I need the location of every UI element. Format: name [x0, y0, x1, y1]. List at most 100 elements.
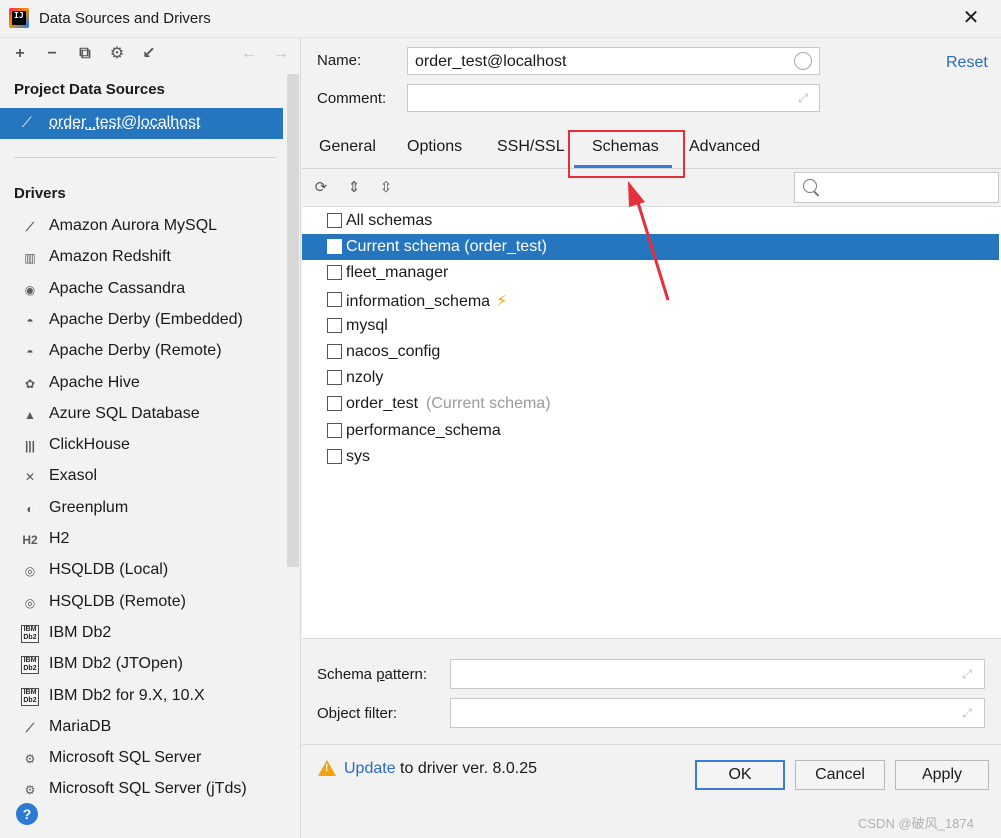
ibm-db2-icon: IBM Db2 [21, 656, 39, 675]
schema-label: mysql [346, 316, 388, 334]
schema-row[interactable]: All schemas [302, 208, 999, 234]
add-icon[interactable]: + [9, 43, 31, 65]
driver-item[interactable]: IBM Db2 IBM Db2 for 9.X, 10.X [0, 682, 286, 711]
schema-label: nzoly [346, 369, 384, 387]
driver-item[interactable]: ◓ Apache Derby (Embedded) [0, 306, 286, 335]
lightning-icon: ⚡ [496, 292, 508, 310]
hsqldb-icon: ◎ [24, 564, 36, 579]
driver-item[interactable]: ▥ Amazon Redshift [0, 243, 286, 272]
update-link[interactable]: Update [344, 760, 396, 777]
driver-label: Apache Derby (Remote) [49, 342, 222, 360]
driver-item[interactable]: ◎ HSQLDB (Local) [0, 556, 286, 585]
driver-label: H2 [49, 530, 70, 547]
schema-checkbox[interactable] [327, 396, 342, 412]
driver-label: HSQLDB (Local) [49, 561, 169, 579]
left-scrollbar[interactable] [287, 74, 299, 567]
driver-item[interactable]: H2 H2 [0, 525, 286, 554]
apply-button[interactable]: Apply [895, 760, 989, 790]
schema-row[interactable]: Current schema (order_test) [302, 234, 999, 261]
schema-label: Current schema (order_test) [346, 238, 547, 256]
schema-row[interactable]: fleet_manager [302, 260, 999, 286]
collapse-all-icon[interactable]: ⇳ [376, 178, 396, 198]
cancel-button[interactable]: Cancel [795, 760, 885, 790]
expand-icon[interactable]: ⤢ [960, 706, 974, 720]
tab-general[interactable]: General [319, 138, 376, 156]
reset-link[interactable]: Reset [946, 54, 988, 72]
data-source-item[interactable]: ⟋ order_test@localhost [0, 108, 283, 139]
driver-item[interactable]: ⟋ MariaDB [0, 713, 286, 742]
driver-item[interactable]: IBM Db2 IBM Db2 [0, 619, 286, 648]
project-data-sources-heading: Project Data Sources [14, 81, 165, 98]
tab-options[interactable]: Options [407, 138, 462, 156]
right-panel: Name: order_test@localhost Reset Comment… [302, 38, 1001, 838]
remove-icon[interactable]: − [41, 43, 63, 65]
schema-row[interactable]: sys [302, 444, 999, 470]
schema-row[interactable]: mysql [302, 313, 999, 339]
back-arrow-icon[interactable]: ← [238, 43, 260, 65]
driver-item[interactable]: ⚙ Microsoft SQL Server [0, 744, 286, 773]
driver-item[interactable]: ⟋ Amazon Aurora MySQL [0, 212, 286, 241]
schema-checkbox[interactable] [327, 370, 342, 386]
schema-checkbox[interactable] [327, 448, 342, 464]
wrench-icon[interactable]: ⚙ [106, 43, 128, 65]
refresh-icon[interactable]: ⟳ [311, 178, 331, 198]
section-divider [14, 157, 276, 158]
driver-label: Greenplum [49, 498, 129, 516]
schema-checkbox[interactable] [327, 291, 342, 307]
name-value: order_test@localhost [415, 53, 567, 70]
schema-checkbox[interactable] [327, 213, 342, 228]
expand-icon[interactable]: ⤢ [960, 667, 974, 681]
schema-search-input[interactable] [794, 172, 999, 203]
title-bar: IJ Data Sources and Drivers ✕ [0, 0, 1001, 38]
help-icon[interactable]: ? [16, 803, 38, 825]
import-icon[interactable]: ↙ [138, 43, 160, 65]
schema-label: nacos_config [346, 343, 441, 360]
dolphin-icon: ⟋ [25, 220, 35, 234]
driver-item[interactable]: IBM Db2 IBM Db2 (JTOpen) [0, 650, 286, 679]
driver-item[interactable]: ◐ Greenplum [0, 494, 286, 523]
schema-row[interactable]: performance_schema [302, 418, 999, 444]
schema-pattern-field[interactable]: ⤢ [450, 659, 985, 689]
schema-checkbox[interactable] [327, 344, 342, 359]
driver-item[interactable]: ||| ClickHouse [0, 431, 286, 460]
driver-item[interactable]: ◎ HSQLDB (Remote) [0, 588, 286, 617]
app-logo-icon: IJ [9, 8, 29, 28]
schema-checkbox[interactable] [327, 265, 342, 281]
driver-label: Exasol [49, 467, 98, 485]
object-filter-label: Object filter: [317, 705, 398, 722]
driver-item[interactable]: ⚙ Microsoft SQL Server (jTds) [0, 775, 286, 804]
hat-icon: ◓ [26, 345, 34, 360]
schema-checkbox[interactable] [327, 317, 342, 333]
azure-icon: ▲ [24, 407, 36, 422]
comment-field[interactable]: ⤢ [407, 84, 820, 112]
schema-row[interactable]: order_test (Current schema) [302, 391, 999, 417]
schema-row[interactable]: information_schema ⚡ [302, 287, 999, 313]
expand-icon[interactable]: ⤢ [796, 91, 810, 105]
left-toolbar: + − ⧉ ⚙ ↙ ← → [0, 38, 301, 70]
sqlserver-icon: ⚙ [24, 783, 36, 798]
schema-checkbox[interactable] [327, 239, 342, 255]
driver-item[interactable]: ▲ Azure SQL Database [0, 400, 286, 429]
driver-item[interactable]: ◉ Apache Cassandra [0, 275, 286, 304]
hat-icon: ◓ [26, 313, 34, 328]
mysql-dolphin-icon: ⟋ [22, 114, 32, 130]
tab-ssh-ssl[interactable]: SSH/SSL [497, 138, 565, 156]
mariadb-icon: ⟋ [25, 720, 35, 735]
close-icon[interactable]: ✕ [958, 4, 984, 32]
schema-checkbox[interactable] [327, 422, 342, 438]
schema-label: All schemas [346, 212, 433, 229]
driver-item[interactable]: ◓ Apache Derby (Remote) [0, 337, 286, 366]
driver-item[interactable]: ✕ Exasol [0, 462, 286, 491]
object-filter-field[interactable]: ⤢ [450, 698, 985, 728]
name-field[interactable]: order_test@localhost [407, 47, 820, 75]
ok-button[interactable]: OK [695, 760, 785, 790]
driver-label: IBM Db2 [49, 623, 112, 641]
driver-item[interactable]: ✿ Apache Hive [0, 369, 286, 398]
expand-all-icon[interactable]: ⇕ [344, 178, 364, 198]
driver-label: IBM Db2 (JTOpen) [49, 655, 183, 673]
schema-row[interactable]: nacos_config [302, 339, 999, 365]
forward-arrow-icon[interactable]: → [270, 43, 292, 65]
schema-row[interactable]: nzoly [302, 365, 999, 391]
tab-advanced[interactable]: Advanced [689, 138, 760, 156]
duplicate-icon[interactable]: ⧉ [74, 43, 96, 65]
